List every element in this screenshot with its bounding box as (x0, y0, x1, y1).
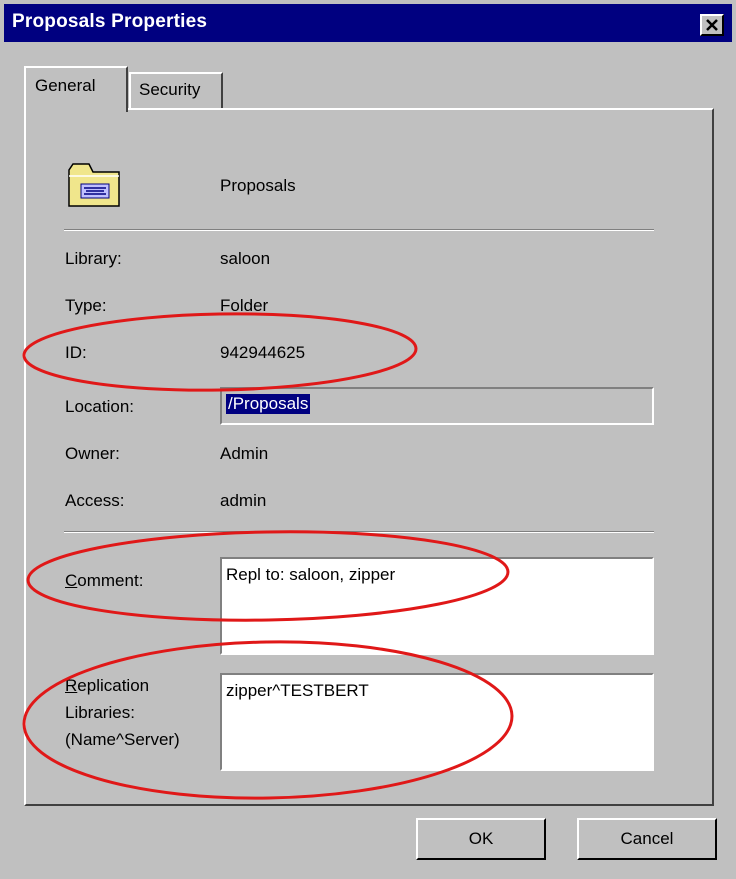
window-title: Proposals Properties (12, 11, 208, 32)
title-bar[interactable]: Proposals Properties (4, 4, 732, 42)
tab-general[interactable]: General (24, 66, 128, 112)
close-icon (706, 19, 718, 31)
close-button[interactable] (700, 14, 724, 36)
tab-general-label: General (35, 76, 96, 95)
tab-security[interactable]: Security (129, 72, 223, 108)
properties-dialog: Proposals Properties General Security Pr… (0, 0, 736, 879)
general-panel (24, 108, 714, 806)
ok-button-label: OK (468, 829, 494, 848)
ok-button[interactable]: OK (416, 818, 546, 860)
tab-security-label: Security (139, 80, 201, 99)
cancel-button[interactable]: Cancel (577, 818, 717, 860)
cancel-button-label: Cancel (620, 829, 674, 848)
